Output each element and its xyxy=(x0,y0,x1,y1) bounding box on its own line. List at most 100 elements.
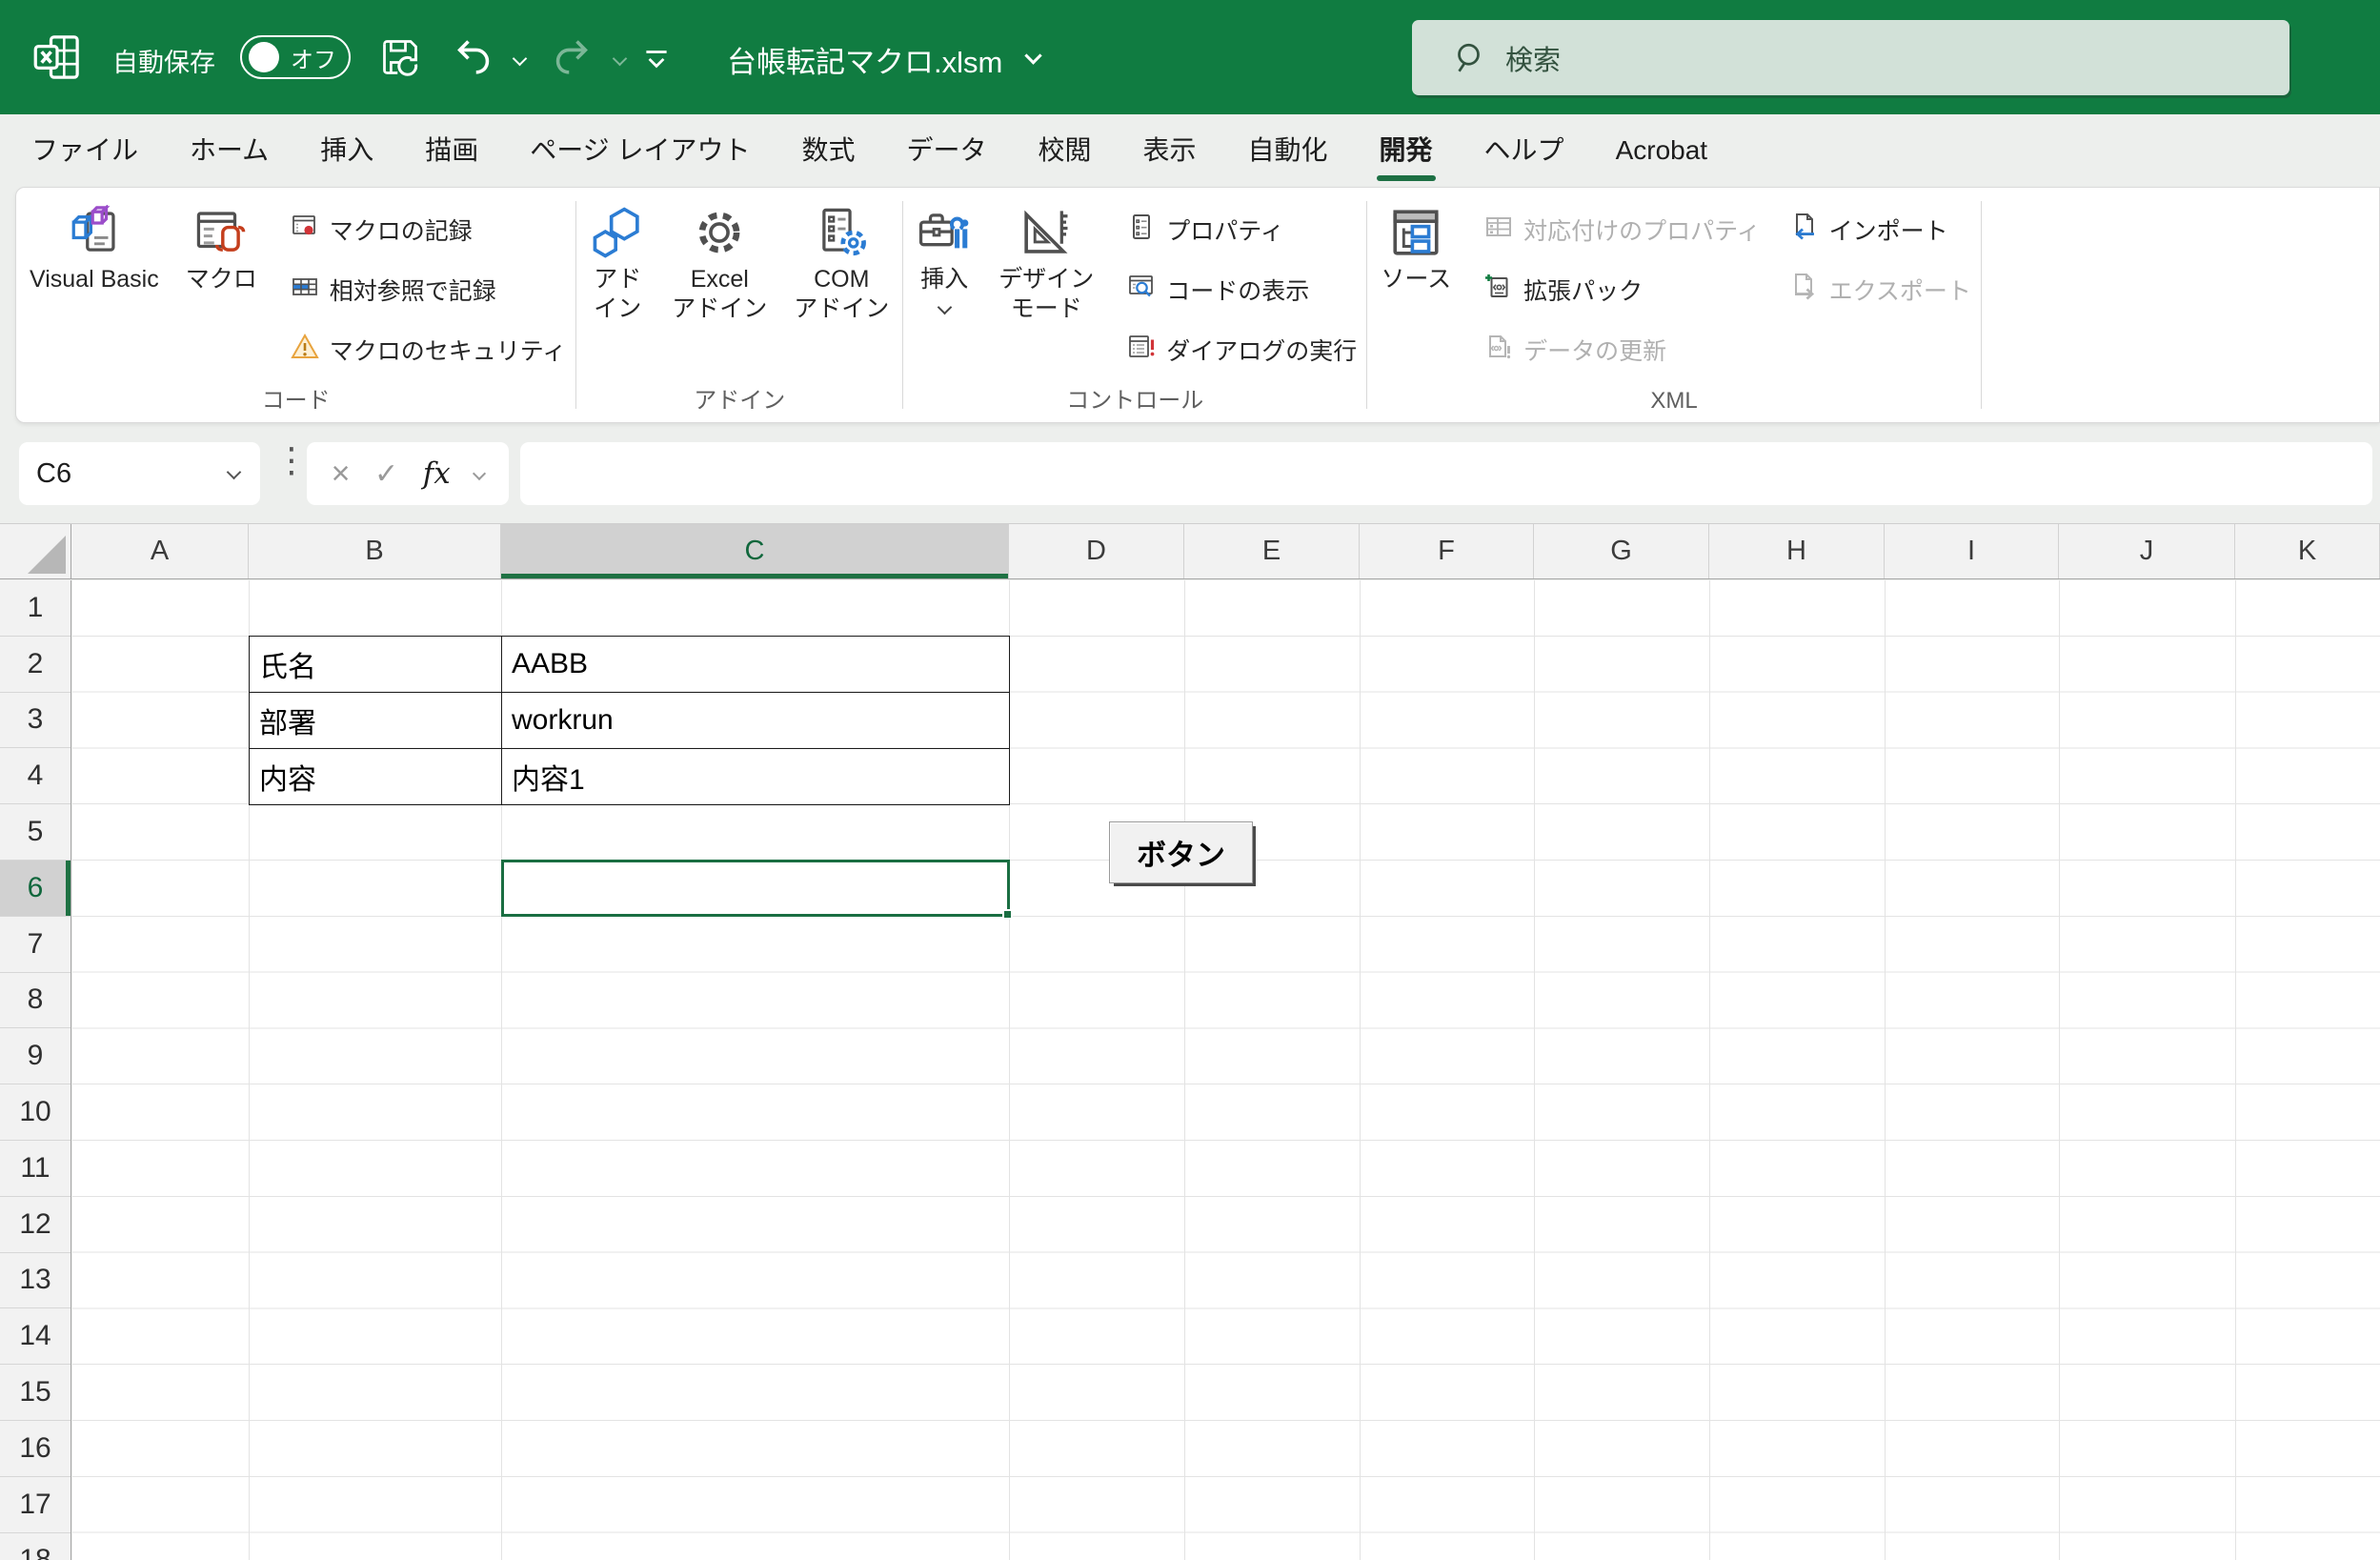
tab-acrobat[interactable]: Acrobat xyxy=(1590,114,1734,187)
column-header-E[interactable]: E xyxy=(1184,524,1360,578)
insert-controls-button[interactable]: 挿入 xyxy=(903,199,985,318)
tab-help[interactable]: ヘルプ xyxy=(1459,114,1590,187)
save-icon[interactable] xyxy=(379,36,421,78)
row-header-1[interactable]: 1 xyxy=(0,580,71,637)
row-header-8[interactable]: 8 xyxy=(0,973,71,1029)
table-row: 内容 内容1 xyxy=(250,748,1009,805)
row-header-9[interactable]: 9 xyxy=(0,1028,71,1085)
column-header-G[interactable]: G xyxy=(1534,524,1709,578)
cell-C2[interactable]: AABB xyxy=(502,637,1009,692)
document-title[interactable]: 台帳転記マクロ.xlsm xyxy=(727,38,1002,81)
tab-insert[interactable]: 挿入 xyxy=(294,114,399,187)
row-header-18[interactable]: 18 xyxy=(0,1533,71,1560)
formula-buttons: × ✓ fx xyxy=(307,442,509,505)
undo-icon[interactable] xyxy=(453,36,494,78)
visual-basic-button[interactable]: Visual Basic xyxy=(16,199,172,300)
properties-icon xyxy=(1126,212,1157,247)
use-relative-references-button[interactable]: 相対参照で記録 xyxy=(280,259,576,319)
row-header-16[interactable]: 16 xyxy=(0,1421,71,1477)
column-header-B[interactable]: B xyxy=(249,524,501,578)
ribbon-group-addins: アド イン Excel アドイン COM アドイン アドイン xyxy=(576,188,902,422)
run-dialog-button[interactable]: ダイアログの実行 xyxy=(1117,319,1366,379)
column-header-A[interactable]: A xyxy=(71,524,249,578)
import-button[interactable]: インポート xyxy=(1780,199,1981,259)
active-cell-selection[interactable] xyxy=(501,860,1013,920)
row-header-12[interactable]: 12 xyxy=(0,1197,71,1253)
customize-quick-access-icon[interactable] xyxy=(640,44,673,76)
macro-security-button[interactable]: マクロのセキュリティ xyxy=(280,319,576,379)
undo-dropdown-chevron-icon[interactable] xyxy=(512,51,528,67)
column-header-C[interactable]: C xyxy=(501,524,1009,578)
row-header-7[interactable]: 7 xyxy=(0,917,71,973)
autosave-toggle[interactable]: オフ xyxy=(240,35,351,79)
tab-developer[interactable]: 開発 xyxy=(1354,114,1459,187)
name-box-chevron-icon[interactable] xyxy=(226,464,242,480)
record-macro-button[interactable]: マクロの記録 xyxy=(280,199,576,259)
cell-B2[interactable]: 氏名 xyxy=(250,637,502,692)
tab-file[interactable]: ファイル xyxy=(6,114,164,187)
tab-page-layout[interactable]: ページ レイアウト xyxy=(504,114,776,187)
column-headers: ABCDEFGHIJK xyxy=(0,523,2380,579)
row-header-10[interactable]: 10 xyxy=(0,1084,71,1141)
cancel-icon: × xyxy=(331,455,351,492)
tab-view[interactable]: 表示 xyxy=(1118,114,1222,187)
group-label-xml: XML xyxy=(1650,388,1698,414)
cell-B3[interactable]: 部署 xyxy=(250,692,502,748)
row-header-11[interactable]: 11 xyxy=(0,1141,71,1197)
column-header-K[interactable]: K xyxy=(2235,524,2380,578)
excel-addins-button[interactable]: Excel アドイン xyxy=(658,199,780,330)
tab-review[interactable]: 校閲 xyxy=(1012,114,1117,187)
title-dropdown-chevron-icon[interactable] xyxy=(1024,47,1042,65)
row-header-4[interactable]: 4 xyxy=(0,748,71,805)
tab-home[interactable]: ホーム xyxy=(164,114,294,187)
column-header-D[interactable]: D xyxy=(1009,524,1184,578)
com-addins-button[interactable]: COM アドイン xyxy=(780,199,902,330)
column-header-H[interactable]: H xyxy=(1709,524,1885,578)
excel-window: 自動保存 オフ 台帳転記マクロ.xlsm 検索 ファイル ホーム 挿入 描画 ペ… xyxy=(0,0,2380,1560)
cell-C4[interactable]: 内容1 xyxy=(502,749,1009,805)
expansion-packs-button[interactable]: 拡張パック xyxy=(1474,259,1770,319)
insert-function-icon[interactable]: fx xyxy=(423,456,451,491)
macros-button[interactable]: マクロ xyxy=(172,199,271,300)
row-header-5[interactable]: 5 xyxy=(0,804,71,861)
name-box[interactable]: C6 xyxy=(19,442,260,505)
run-dialog-icon xyxy=(1126,332,1157,367)
excel-app-icon[interactable] xyxy=(32,32,82,82)
fill-handle[interactable] xyxy=(1002,909,1013,920)
row-header-3[interactable]: 3 xyxy=(0,693,71,749)
enter-icon: ✓ xyxy=(374,457,399,490)
gridline-vertical xyxy=(1360,580,1361,1560)
addins-icon xyxy=(590,205,645,265)
column-header-F[interactable]: F xyxy=(1360,524,1534,578)
row-header-6[interactable]: 6 xyxy=(0,860,71,917)
com-addins-icon xyxy=(814,205,869,265)
column-header-I[interactable]: I xyxy=(1885,524,2059,578)
search-input[interactable]: 検索 xyxy=(1412,20,2289,95)
tab-data[interactable]: データ xyxy=(880,114,1012,187)
formula-bar-handle[interactable]: ⋮ xyxy=(274,440,309,480)
view-code-button[interactable]: コードの表示 xyxy=(1117,259,1366,319)
formula-bar-chevron-icon[interactable] xyxy=(473,466,487,481)
tab-formulas[interactable]: 数式 xyxy=(776,114,880,187)
sheet-grid[interactable]: 氏名 AABB 部署 workrun 内容 内容1 ボタン xyxy=(72,580,2380,1560)
tab-draw[interactable]: 描画 xyxy=(399,114,504,187)
design-mode-icon xyxy=(1019,205,1074,265)
row-header-14[interactable]: 14 xyxy=(0,1308,71,1366)
addins-button[interactable]: アド イン xyxy=(576,199,658,330)
row-header-13[interactable]: 13 xyxy=(0,1253,71,1309)
properties-button[interactable]: プロパティ xyxy=(1117,199,1366,259)
select-all-corner[interactable] xyxy=(0,524,71,578)
design-mode-button[interactable]: デザイン モード xyxy=(985,199,1107,330)
gridline-vertical xyxy=(1534,580,1535,1560)
column-header-J[interactable]: J xyxy=(2059,524,2235,578)
row-header-17[interactable]: 17 xyxy=(0,1477,71,1533)
record-macro-icon xyxy=(290,212,320,247)
row-header-2[interactable]: 2 xyxy=(0,637,71,693)
xml-source-button[interactable]: ソース xyxy=(1367,199,1464,300)
cell-B4[interactable]: 内容 xyxy=(250,748,502,805)
macro-form-button[interactable]: ボタン xyxy=(1109,821,1253,883)
row-header-15[interactable]: 15 xyxy=(0,1365,71,1421)
cell-C3[interactable]: workrun xyxy=(502,693,1009,748)
tab-automate[interactable]: 自動化 xyxy=(1222,114,1354,187)
formula-input[interactable] xyxy=(520,442,2372,505)
